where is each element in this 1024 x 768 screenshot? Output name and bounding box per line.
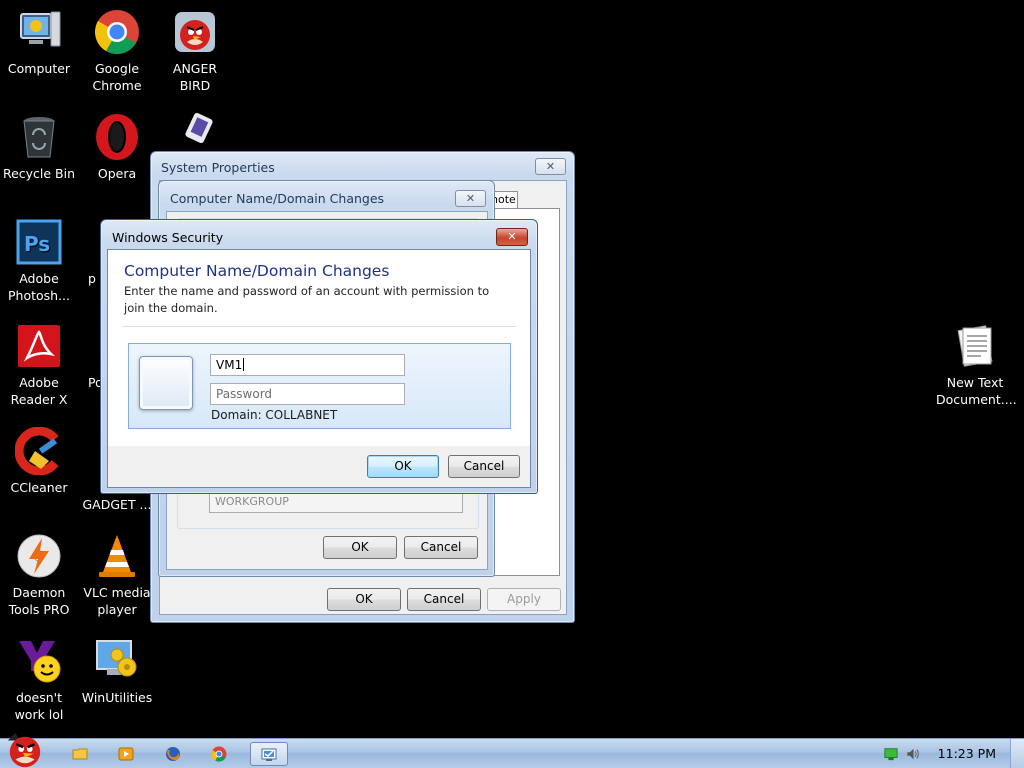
user-picture-icon bbox=[139, 356, 193, 410]
winutilities-icon bbox=[96, 640, 137, 677]
desktop-icon-label: New Text Document.... bbox=[936, 375, 1017, 407]
taskbar-firefox-button[interactable] bbox=[157, 742, 189, 766]
desktop-icon-winutilities[interactable]: WinUtilities bbox=[78, 637, 156, 706]
desktop-icon-ccleaner[interactable]: CCleaner bbox=[0, 427, 78, 496]
desktop-icon-opera[interactable]: Opera bbox=[78, 113, 156, 182]
desktop-icon-adobe-photoshop[interactable]: Ps Adobe Photosh... bbox=[0, 218, 78, 304]
taskbar: 11:23 PM bbox=[0, 732, 1024, 768]
volume-icon[interactable] bbox=[906, 747, 921, 761]
security-content: Computer Name/Domain Changes Enter the n… bbox=[108, 250, 530, 446]
desktop-icon-label: Computer bbox=[7, 61, 71, 76]
clock[interactable]: 11:23 PM bbox=[938, 746, 996, 761]
cancel-button[interactable]: Cancel bbox=[448, 455, 520, 478]
desktop-icon-vlc[interactable]: VLC media player bbox=[78, 532, 156, 618]
computer-icon bbox=[20, 11, 61, 47]
media-player-icon bbox=[118, 747, 134, 761]
desktop-icon-label: VLC media player bbox=[83, 585, 151, 617]
new-text-document-icon bbox=[957, 325, 993, 367]
adobe-reader-icon bbox=[18, 325, 60, 367]
cancel-button[interactable]: Cancel bbox=[404, 536, 478, 559]
yahoo-messenger-icon bbox=[19, 641, 61, 683]
close-button[interactable]: ✕ bbox=[455, 190, 486, 207]
taskbar-explorer-button[interactable] bbox=[64, 742, 96, 766]
credential-tile[interactable]: VM1 Password Domain: COLLABNET bbox=[128, 343, 511, 429]
firefox-icon bbox=[166, 747, 180, 761]
desktop-icon-daemon-tools[interactable]: Daemon Tools PRO bbox=[0, 532, 78, 618]
apply-button[interactable]: Apply bbox=[487, 588, 561, 611]
desktop-icon-anger-bird[interactable]: ANGER BIRD bbox=[156, 8, 234, 94]
opera-icon bbox=[96, 114, 138, 160]
desktop-icon-recycle-bin[interactable]: Recycle Bin bbox=[0, 113, 78, 182]
desktop-icon-label: CCleaner bbox=[10, 480, 68, 495]
security-body: Computer Name/Domain Changes Enter the n… bbox=[107, 249, 531, 488]
taskbar-chrome-button[interactable] bbox=[203, 742, 235, 766]
desktop-icon-computer[interactable]: Computer bbox=[0, 8, 78, 77]
password-input[interactable]: Password bbox=[210, 383, 405, 405]
desktop-icon-label: Adobe Photosh... bbox=[7, 271, 70, 303]
desktop-icon-label: Adobe Reader X bbox=[10, 375, 68, 407]
close-button[interactable]: ✕ bbox=[535, 158, 566, 175]
taskbar-media-player-button[interactable] bbox=[110, 742, 142, 766]
desktop-icon-new-text-document[interactable]: New Text Document.... bbox=[936, 322, 1017, 408]
svg-text:Ps: Ps bbox=[24, 232, 50, 256]
taskbar-system-properties-button[interactable] bbox=[250, 742, 288, 766]
workgroup-field[interactable]: WORKGROUP bbox=[209, 491, 463, 513]
start-button-angry-bird-icon[interactable] bbox=[2, 731, 48, 768]
close-icon: ✕ bbox=[545, 160, 556, 173]
ok-button[interactable]: OK bbox=[327, 588, 401, 611]
password-placeholder: Password bbox=[216, 387, 273, 401]
close-button[interactable]: ✕ bbox=[496, 228, 528, 246]
adobe-photoshop-icon: Ps bbox=[16, 219, 62, 265]
desktop-icon-label: Daemon Tools PRO bbox=[8, 585, 70, 617]
desktop-icon-label: Opera bbox=[97, 166, 137, 181]
desktop-icon-yahoo-messenger[interactable]: doesn't work lol bbox=[0, 637, 78, 723]
domain-label: Domain: COLLABNET bbox=[211, 408, 338, 422]
window-title: System Properties bbox=[161, 160, 275, 175]
anger-bird-icon bbox=[175, 12, 215, 52]
window-title: Computer Name/Domain Changes bbox=[170, 191, 385, 206]
recycle-bin-icon bbox=[23, 117, 55, 158]
google-chrome-icon bbox=[95, 10, 139, 54]
desktop-icon-label: Google Chrome bbox=[92, 61, 142, 93]
username-value: VM1 bbox=[216, 358, 243, 372]
close-icon: ✕ bbox=[507, 230, 517, 243]
chrome-icon bbox=[211, 746, 227, 762]
ok-button[interactable]: OK bbox=[323, 536, 397, 559]
ccleaner-icon bbox=[15, 427, 59, 475]
desktop-icon-label: WinUtilities bbox=[81, 690, 153, 705]
dialog-heading: Computer Name/Domain Changes bbox=[124, 262, 390, 280]
window-title: Windows Security bbox=[112, 230, 224, 245]
username-input[interactable]: VM1 bbox=[210, 354, 405, 376]
desktop-icon-label: Recycle Bin bbox=[2, 166, 76, 181]
separator bbox=[122, 326, 516, 327]
system-properties-icon bbox=[261, 748, 277, 761]
dialog-description: Enter the name and password of an accoun… bbox=[124, 284, 490, 315]
daemon-tools-icon bbox=[17, 534, 61, 578]
folder-icon bbox=[72, 748, 88, 760]
desktop-icon-google-chrome[interactable]: Google Chrome bbox=[78, 8, 156, 94]
windows-security-dialog: Windows Security ✕ Computer Name/Domain … bbox=[100, 219, 538, 494]
desktop-icon-label: doesn't work lol bbox=[14, 690, 64, 722]
show-desktop-button[interactable] bbox=[1010, 739, 1024, 768]
ok-button[interactable]: OK bbox=[367, 455, 439, 478]
close-icon: ✕ bbox=[465, 192, 476, 205]
desktop-icon-label: ANGER BIRD bbox=[172, 61, 218, 93]
workgroup-value: WORKGROUP bbox=[215, 495, 289, 508]
cancel-button[interactable]: Cancel bbox=[407, 588, 481, 611]
desktop-icon-adobe-reader[interactable]: Adobe Reader X bbox=[0, 322, 78, 408]
vlc-icon bbox=[99, 535, 135, 577]
text-caret bbox=[243, 358, 245, 371]
network-icon[interactable] bbox=[884, 747, 898, 761]
